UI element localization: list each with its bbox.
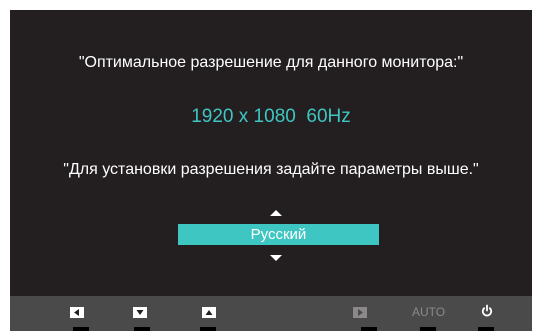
button-indicator: [134, 327, 150, 331]
left-arrow-icon: [74, 309, 79, 316]
language-up-arrow-icon[interactable]: [270, 210, 282, 216]
button-guide-bar: AUTO: [10, 296, 532, 331]
power-button[interactable]: [480, 304, 494, 318]
left-button[interactable]: [70, 307, 84, 318]
language-down-arrow-icon[interactable]: [270, 255, 282, 261]
power-icon: [481, 304, 493, 317]
up-button[interactable]: [202, 307, 216, 318]
button-indicator: [73, 327, 89, 331]
button-indicator: [361, 327, 377, 331]
down-arrow-icon: [136, 310, 144, 315]
osd-dialog: "Оптимальное разрешение для данного мони…: [10, 10, 532, 331]
resolution-value: 1920 x 1080 60Hz: [191, 106, 351, 127]
right-button[interactable]: [353, 307, 367, 318]
button-indicator: [478, 327, 494, 331]
button-indicator: [420, 327, 436, 331]
button-indicator: [200, 327, 216, 331]
auto-button[interactable]: AUTO: [412, 304, 445, 320]
right-arrow-icon: [358, 309, 363, 316]
language-selector[interactable]: Русский: [178, 224, 379, 245]
down-button[interactable]: [133, 307, 147, 318]
up-arrow-icon: [205, 310, 213, 315]
optimal-resolution-message: "Оптимальное разрешение для данного мони…: [78, 54, 464, 71]
setup-instruction-message: "Для установки разрешения задайте параме…: [63, 161, 479, 178]
